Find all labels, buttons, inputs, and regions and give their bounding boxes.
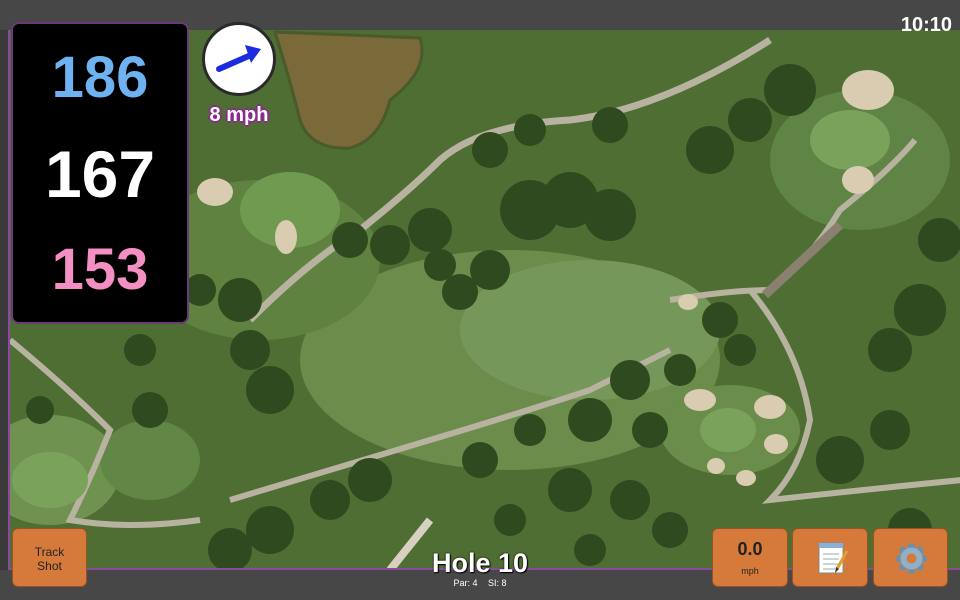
par-label: Par: 4 <box>453 578 478 588</box>
back-distance: 186 <box>51 45 149 110</box>
track-shot-button[interactable]: Track Shot <box>12 528 87 587</box>
hole-title: Hole 10 <box>431 548 529 578</box>
notes-button[interactable] <box>792 528 868 587</box>
notepad-icon <box>818 542 849 574</box>
gear-icon <box>896 543 927 574</box>
distance-panel: 186 167 153 <box>11 22 189 324</box>
hole-meta: Par: 4 SI: 8 <box>380 578 580 588</box>
stroke-index-label: SI: 8 <box>488 578 507 588</box>
speed-button[interactable]: 0.0 mph <box>712 528 788 587</box>
track-shot-label: Track Shot <box>34 545 65 573</box>
front-distance: 153 <box>51 237 149 302</box>
wind-direction-indicator <box>202 22 276 96</box>
settings-button[interactable] <box>873 528 948 587</box>
middle-distance: 167 <box>44 137 156 211</box>
wind-arrow-icon <box>216 45 261 72</box>
clock: 10:10 <box>900 14 952 36</box>
speed-value: 0.0 <box>737 539 763 559</box>
wind-speed-label: 8 mph <box>209 104 269 126</box>
speed-unit: mph <box>741 566 759 576</box>
